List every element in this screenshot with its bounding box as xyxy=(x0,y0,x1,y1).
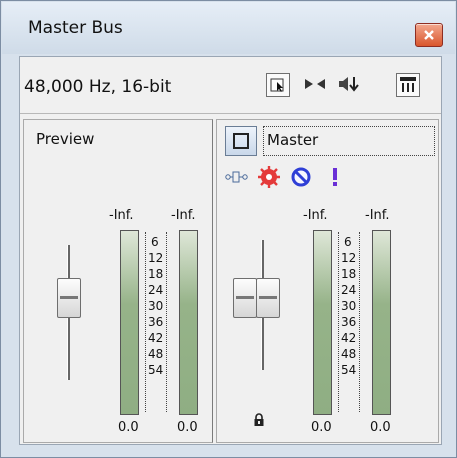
preview-channel: Preview -Inf. -Inf. 6 12 18 24 30 36 42 … xyxy=(23,119,213,443)
bypass-button[interactable] xyxy=(289,164,313,190)
mixer-button[interactable] xyxy=(396,73,420,97)
master-fx-row xyxy=(225,164,385,192)
preview-left-inf: -Inf. xyxy=(109,208,134,223)
scale-tick: 24 xyxy=(341,283,357,297)
preview-left-meter xyxy=(120,230,139,415)
master-channel-button[interactable] xyxy=(225,126,257,156)
fader-lock-button[interactable] xyxy=(253,412,265,431)
alert-icon xyxy=(333,168,337,186)
preview-right-peak: 0.0 xyxy=(177,420,198,435)
scale-tick: 48 xyxy=(341,347,357,361)
lock-icon xyxy=(254,413,264,426)
scale-tick: 42 xyxy=(148,331,164,345)
window-title: Master Bus xyxy=(28,18,123,38)
master-fader-right-knob[interactable] xyxy=(256,278,280,318)
dim-button[interactable] xyxy=(266,73,290,97)
master-channel: Master -Inf. -Inf. 6 12 18 24 30 36 42 4… xyxy=(216,119,439,443)
scale-tick: 42 xyxy=(341,331,357,345)
master-fader-left-knob[interactable] xyxy=(233,278,257,318)
scale-tick: 12 xyxy=(148,251,164,265)
scale-tick: 54 xyxy=(341,363,357,377)
bypass-icon xyxy=(291,167,311,187)
preview-label: Preview xyxy=(36,130,95,148)
scale-tick: 18 xyxy=(148,267,164,281)
mute-audio-icon xyxy=(339,77,359,92)
close-icon xyxy=(424,30,434,40)
master-right-inf: -Inf. xyxy=(365,208,390,223)
master-bus-window: Master Bus 48,000 Hz, 16-bit Preview -In… xyxy=(0,0,457,458)
master-right-meter xyxy=(372,230,391,415)
scale-tick: 6 xyxy=(344,235,352,249)
master-left-meter xyxy=(313,230,332,415)
scale-tick: 24 xyxy=(148,283,164,297)
scale-tick: 36 xyxy=(148,315,164,329)
alert-button[interactable] xyxy=(323,164,347,190)
master-name-label: Master xyxy=(267,131,319,149)
master-left-peak: 0.0 xyxy=(311,420,332,435)
preview-meter-scale: 6 12 18 24 30 36 42 48 54 xyxy=(145,232,171,412)
title-bar: Master Bus xyxy=(2,2,455,54)
stereo-link-button[interactable] xyxy=(304,73,326,95)
fx-button[interactable] xyxy=(257,164,281,190)
scale-tick: 54 xyxy=(148,363,164,377)
mixer-console-icon xyxy=(400,77,416,92)
master-name-field[interactable]: Master xyxy=(263,126,435,156)
bus-content: 48,000 Hz, 16-bit Preview -Inf. -Inf. 6 … xyxy=(19,56,442,445)
master-left-inf: -Inf. xyxy=(303,208,328,223)
scale-tick: 36 xyxy=(341,315,357,329)
scale-tick: 6 xyxy=(151,235,159,249)
close-button[interactable] xyxy=(415,23,443,47)
bus-toolbar: 48,000 Hz, 16-bit xyxy=(20,57,441,114)
preview-right-meter xyxy=(179,230,198,415)
audio-format-label: 48,000 Hz, 16-bit xyxy=(24,77,172,97)
preview-left-peak: 0.0 xyxy=(118,420,139,435)
fx-gear-icon xyxy=(258,166,280,188)
preview-fader-knob[interactable] xyxy=(57,278,81,318)
stereo-link-icon xyxy=(305,79,325,89)
scale-tick: 30 xyxy=(341,299,357,313)
route-button[interactable] xyxy=(225,164,249,190)
preview-right-inf: -Inf. xyxy=(171,208,196,223)
scale-tick: 30 xyxy=(148,299,164,313)
route-icon xyxy=(225,171,248,183)
master-meter-scale: 6 12 18 24 30 36 42 48 54 xyxy=(338,232,364,412)
scale-tick: 18 xyxy=(341,267,357,281)
mute-button[interactable] xyxy=(338,73,360,95)
master-right-peak: 0.0 xyxy=(370,420,391,435)
scale-tick: 48 xyxy=(148,347,164,361)
scale-tick: 12 xyxy=(341,251,357,265)
dim-icon xyxy=(270,78,284,92)
